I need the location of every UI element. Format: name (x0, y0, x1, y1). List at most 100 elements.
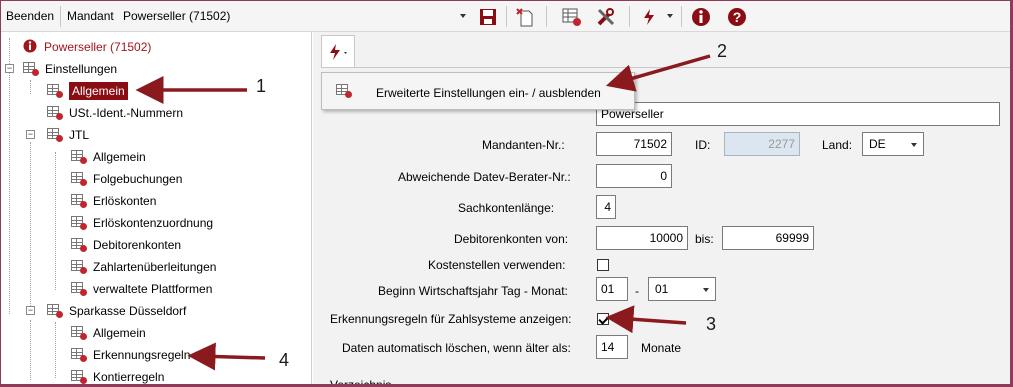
callout-number: 2 (717, 41, 728, 61)
account-length-input[interactable]: 4 (596, 195, 616, 219)
table-settings-icon (47, 106, 63, 120)
tree-root[interactable]: Powerseller (71502) (23, 37, 151, 57)
tree-item-jtl-revenue-mapping[interactable]: Erlöskontenzuordnung (71, 213, 213, 233)
tree-item-label: Erlöskonten (93, 194, 157, 208)
table-settings-icon (71, 216, 87, 230)
save-icon[interactable] (477, 6, 499, 28)
tree-item-label: Erkennungsregeln (93, 348, 191, 362)
tree-item-label: USt.-Ident.-Nummern (69, 106, 184, 120)
tree-line (30, 80, 31, 94)
client-nr-input[interactable]: 71502 (596, 132, 672, 156)
tree-item-label: JTL (69, 128, 90, 142)
tree-item-label: Debitorenkonten (93, 238, 182, 252)
toolbar-separator (506, 6, 507, 27)
tree-item-label: Sparkasse Düsseldorf (69, 304, 187, 318)
tree-item-jtl-general[interactable]: Allgemein (71, 147, 146, 167)
collapse-icon[interactable]: − (26, 130, 35, 139)
datev-label: Abweichende Datev-Berater-Nr.: (398, 170, 571, 184)
cost-center-checkbox[interactable] (597, 259, 609, 271)
table-settings-icon (47, 84, 63, 98)
debtor-from-label: Debitorenkonten von: (454, 232, 569, 246)
flash-icon[interactable] (638, 6, 660, 28)
tree-item-label: Allgemein (93, 326, 146, 340)
tree-item-label: Zahlartenüberleitungen (93, 260, 217, 274)
info-icon (23, 39, 37, 56)
directory-label-partial: Verzeichnis (330, 378, 392, 386)
toolbar-separator (681, 6, 682, 27)
fiscal-month-select[interactable]: 01 (648, 277, 716, 301)
chevron-down-icon (911, 143, 917, 147)
tree-item-label: Allgemein (93, 150, 146, 164)
toolbar-separator (60, 6, 61, 27)
autodelete-input[interactable]: 14 (596, 335, 628, 359)
id-input: 2277 (724, 132, 800, 156)
table-settings-icon (71, 326, 87, 340)
toolbar: Beenden Mandant Powerseller (71502) ? (1, 1, 1010, 32)
collapse-icon[interactable]: − (26, 306, 35, 315)
tree-item-jtl-revenue[interactable]: Erlöskonten (71, 191, 156, 211)
flash-dropdown-menu: Erweiterte Einstellungen ein- / ausblend… (321, 72, 635, 110)
tree-item-jtl[interactable]: JTL (47, 125, 89, 145)
quit-button[interactable]: Beenden (6, 9, 54, 23)
tree-line (9, 38, 10, 314)
help-icon[interactable]: ? (726, 6, 748, 28)
fiscal-day-input[interactable]: 01 (596, 277, 628, 301)
tree-item-bank-posting[interactable]: Kontierregeln (71, 367, 164, 387)
tree-item-general[interactable]: Allgemein (47, 81, 129, 101)
table-settings-icon (71, 150, 87, 164)
country-select-value: DE (869, 137, 886, 151)
rules-label: Erkennungsregeln für Zahlsysteme anzeige… (330, 312, 572, 326)
tree-item-jtl-debtors[interactable]: Debitorenkonten (71, 235, 181, 255)
cost-center-label: Kostenstellen verwenden: (428, 258, 566, 272)
tree-item-bank-rules[interactable]: Erkennungsregeln (71, 345, 190, 365)
account-length-label: Sachkontenlänge: (458, 201, 555, 215)
tree-item-label: verwaltete Plattformen (93, 282, 213, 296)
tree-root-label: Powerseller (71502) (44, 40, 152, 54)
flash-dropdown-icon[interactable] (667, 14, 673, 18)
fiscal-year-label: Beginn Wirtschaftsjahr Tag - Monat: (378, 284, 568, 298)
callout-number: 1 (256, 76, 267, 96)
tree-item-settings[interactable]: Einstellungen (23, 59, 117, 79)
debtor-to-input[interactable]: 69999 (722, 226, 814, 250)
client-dropdown-icon[interactable] (460, 14, 466, 18)
menu-item-toggle-advanced[interactable]: Erweiterte Einstellungen ein- / ausblend… (376, 86, 601, 100)
datev-input[interactable]: 0 (596, 164, 672, 188)
tree-line (30, 142, 31, 312)
svg-text:?: ? (733, 9, 742, 25)
tree-item-jtl-payment[interactable]: Zahlartenüberleitungen (71, 257, 216, 277)
table-settings-icon (71, 194, 87, 208)
toolbar-separator (546, 6, 547, 27)
tree-item-jtl-followup[interactable]: Folgebuchungen (71, 169, 182, 189)
fiscal-separator: - (635, 284, 639, 298)
table-settings-icon (71, 370, 87, 384)
client-label: Mandant (67, 9, 114, 23)
debtor-from-input[interactable]: 10000 (596, 226, 688, 250)
tree-item-label: Allgemein (68, 81, 129, 101)
flash-menu-button[interactable] (321, 35, 355, 67)
tree-item-label: Erlöskontenzuordnung (93, 216, 214, 230)
table-settings-icon (71, 172, 87, 186)
client-select[interactable]: Powerseller (71502) (123, 9, 230, 23)
tree-item-bank[interactable]: Sparkasse Düsseldorf (47, 301, 186, 321)
tools-icon[interactable] (595, 6, 617, 28)
tree-item-label: Kontierregeln (93, 370, 165, 384)
client-nr-label: Mandanten-Nr.: (482, 138, 565, 152)
country-select[interactable]: DE (862, 132, 924, 156)
client-name-input[interactable]: Powerseller (596, 102, 1000, 126)
table-settings-icon (71, 282, 87, 296)
tree-line (55, 322, 56, 378)
tab-divider (321, 67, 1011, 68)
new-document-icon[interactable] (514, 6, 536, 28)
debtor-to-label: bis: (695, 232, 714, 246)
table-settings-icon (71, 260, 87, 274)
collapse-icon[interactable]: − (5, 64, 14, 73)
table-settings-icon[interactable] (561, 6, 583, 28)
fiscal-month-value: 01 (655, 282, 669, 296)
tree-item-label: Einstellungen (45, 62, 118, 76)
tree-item-bank-general[interactable]: Allgemein (71, 323, 146, 343)
tree-item-jtl-platforms[interactable]: verwaltete Plattformen (71, 279, 212, 299)
table-settings-icon (336, 84, 352, 98)
tree-item-vat[interactable]: USt.-Ident.-Nummern (47, 103, 183, 123)
rules-checkbox[interactable] (597, 313, 609, 325)
info-icon[interactable] (690, 6, 712, 28)
